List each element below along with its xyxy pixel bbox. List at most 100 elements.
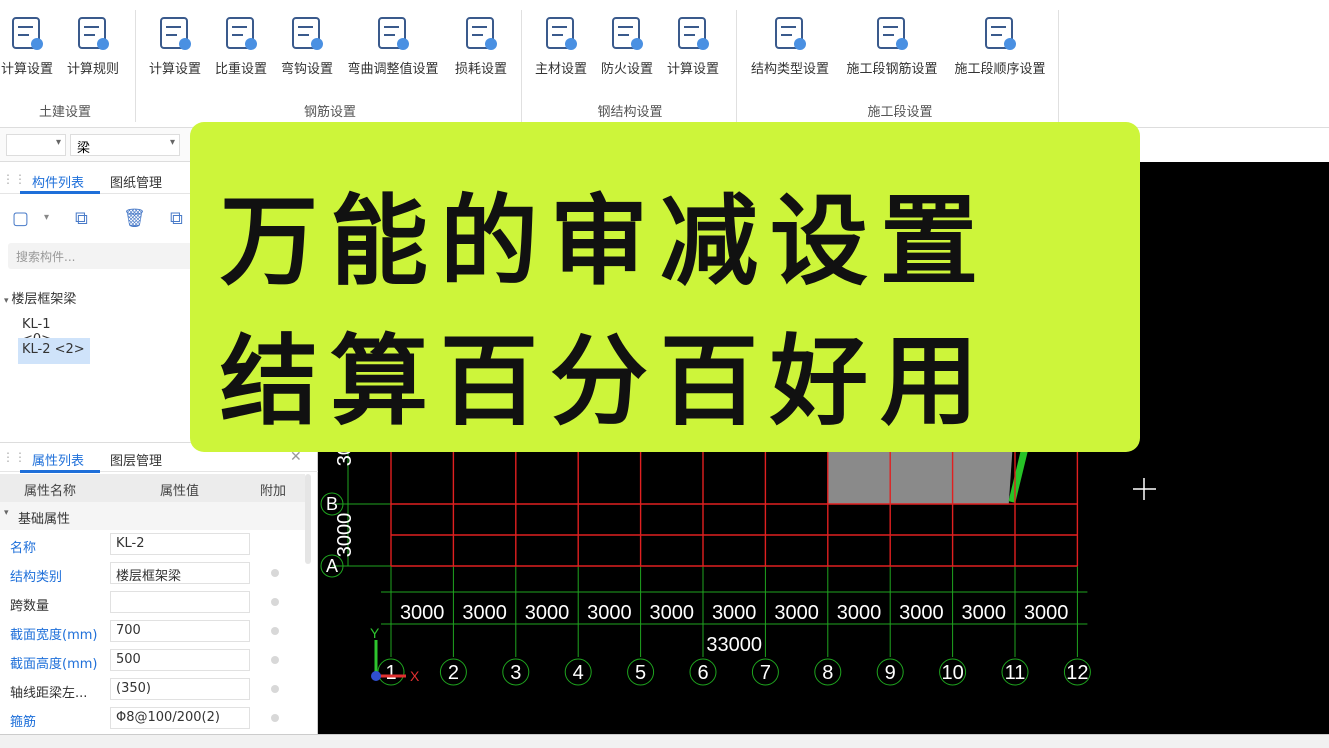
new-icon[interactable]: ▢ xyxy=(12,208,29,229)
tree-root[interactable]: ▾ 楼层框架梁 xyxy=(4,288,76,307)
tab-underline xyxy=(20,191,100,194)
ribbon-group-label: 钢筋设置 xyxy=(303,105,356,120)
bend-adjust-icon xyxy=(378,17,409,50)
property-value[interactable]: Φ8@100/200(2) xyxy=(110,707,250,729)
type-select[interactable]: 梁 ▾ xyxy=(70,134,180,156)
ribbon-tool-1[interactable]: 计算规则 xyxy=(58,14,128,84)
column-dimension: 3000 xyxy=(837,602,882,624)
ribbon-tool-0[interactable]: 计算设置 xyxy=(0,14,62,84)
property-row: 轴线距梁左... (350) xyxy=(0,675,305,704)
tab-property-list[interactable]: 属性列表 xyxy=(32,450,84,469)
tab-drawing-management[interactable]: 图纸管理 xyxy=(110,172,162,191)
ribbon-tool-label: 比重设置 xyxy=(214,62,267,77)
extra-checkbox[interactable] xyxy=(271,714,279,722)
row-label: B xyxy=(326,494,338,514)
property-name: 截面高度(mm) xyxy=(10,657,98,672)
ribbon-tool-5[interactable]: 弯曲调整值设置 xyxy=(338,14,448,84)
ribbon-tool-9[interactable]: 计算设置 xyxy=(658,14,728,84)
copy-icon[interactable]: ⧉ xyxy=(75,208,88,229)
ribbon-tool-label: 弯钩设置 xyxy=(280,62,333,77)
row-label: A xyxy=(326,556,338,576)
delete-icon[interactable]: 🗑 xyxy=(123,208,146,229)
axis-label: 2 xyxy=(448,662,459,684)
column-dimension: 3000 xyxy=(650,602,695,624)
property-value[interactable]: 500 xyxy=(110,649,250,671)
header-name: 属性名称 xyxy=(24,484,77,499)
tab-component-list[interactable]: 构件列表 xyxy=(32,172,84,191)
loss-settings-icon xyxy=(466,17,497,50)
banner-line-2: 结算百分百好用 xyxy=(220,324,991,439)
drag-handle-icon: ⋮⋮ xyxy=(2,172,26,186)
ribbon-tool-4[interactable]: 弯钩设置 xyxy=(272,14,342,84)
scrollbar[interactable] xyxy=(305,474,311,564)
ucs-origin xyxy=(371,671,381,681)
property-name: 结构类别 xyxy=(10,570,63,585)
tab-underline xyxy=(20,470,100,473)
ribbon-tool-3[interactable]: 比重设置 xyxy=(206,14,276,84)
property-row: 箍筋 Φ8@100/200(2) xyxy=(0,704,305,733)
property-row: 跨数量 xyxy=(0,588,305,617)
extra-checkbox[interactable] xyxy=(271,627,279,635)
axis-label: 4 xyxy=(573,662,584,684)
ribbon-tool-8[interactable]: 防火设置 xyxy=(592,14,662,84)
ribbon-tool-label: 计算设置 xyxy=(666,62,719,77)
tab-layer-management[interactable]: 图层管理 xyxy=(110,450,162,469)
tree-item-kl2[interactable]: KL-2 <2> xyxy=(18,338,90,364)
column-dimension: 3000 xyxy=(962,602,1007,624)
property-value[interactable]: 700 xyxy=(110,620,250,642)
ribbon-tool-label: 计算规则 xyxy=(66,62,119,77)
ucs-x-label: X xyxy=(410,668,420,684)
property-value[interactable] xyxy=(110,591,250,613)
property-name: 跨数量 xyxy=(10,599,50,614)
axis-label: 7 xyxy=(760,662,771,684)
banner-line-1: 万能的审减设置 xyxy=(220,184,991,299)
property-value[interactable]: (350) xyxy=(110,678,250,700)
density-settings-icon xyxy=(226,17,257,50)
column-dimension: 3000 xyxy=(400,602,445,624)
extra-checkbox[interactable] xyxy=(271,569,279,577)
chevron-down-icon[interactable]: ▾ xyxy=(44,212,49,223)
ribbon-separator xyxy=(736,10,737,122)
property-section[interactable]: ▾ 基础属性 xyxy=(0,502,305,530)
ribbon-group-label: 钢结构设置 xyxy=(597,105,663,120)
ribbon-tool-2[interactable]: 计算设置 xyxy=(140,14,210,84)
extra-checkbox[interactable] xyxy=(271,656,279,664)
ribbon-tool-10[interactable]: 结构类型设置 xyxy=(740,14,840,84)
fireproof-icon xyxy=(612,17,643,50)
status-bar xyxy=(0,734,1329,748)
ribbon-tool-label: 主材设置 xyxy=(534,62,587,77)
ribbon-separator xyxy=(135,10,136,122)
ribbon-tool-11[interactable]: 施工段钢筋设置 xyxy=(842,14,942,84)
ribbon-tool-6[interactable]: 损耗设置 xyxy=(446,14,516,84)
total-dimension: 33000 xyxy=(706,634,762,656)
layer-copy-icon[interactable]: ⧉ xyxy=(170,208,183,229)
ribbon-group-label: 土建设置 xyxy=(38,105,91,120)
extra-checkbox[interactable] xyxy=(271,685,279,693)
ribbon-tool-label: 弯曲调整值设置 xyxy=(347,62,439,77)
column-dimension: 3000 xyxy=(899,602,944,624)
axis-label: 9 xyxy=(885,662,896,684)
floor-select[interactable]: ▾ xyxy=(6,134,66,156)
section-label: 基础属性 xyxy=(18,512,71,527)
property-row: 截面高度(mm) 500 xyxy=(0,646,305,675)
property-value[interactable]: KL-2 xyxy=(110,533,250,555)
calc-rules-icon xyxy=(78,17,109,50)
drag-handle-icon: ⋮⋮ xyxy=(2,450,26,464)
ribbon-tool-12[interactable]: 施工段顺序设置 xyxy=(950,14,1050,84)
column-dimension: 3000 xyxy=(587,602,632,624)
segment-rebar-icon xyxy=(877,17,908,50)
ribbon-tool-label: 计算设置 xyxy=(148,62,201,77)
ribbon-separator xyxy=(521,10,522,122)
extra-checkbox[interactable] xyxy=(271,598,279,606)
ribbon-tool-label: 施工段顺序设置 xyxy=(954,62,1046,77)
column-dimension: 3000 xyxy=(774,602,819,624)
column-dimension: 3000 xyxy=(1024,602,1068,624)
property-value[interactable]: 楼层框架梁 xyxy=(110,562,250,584)
ribbon-toolbar: 计算设置 计算规则 计算设置 比重设置 弯钩设置 弯曲调整值设置 损耗设置 主材设置 防火设置计… xyxy=(0,0,1329,128)
property-header: 属性名称 属性值 附加 xyxy=(0,474,305,502)
column-dimension: 3000 xyxy=(525,602,570,624)
axis-label: 5 xyxy=(635,662,646,684)
axis-label: 12 xyxy=(1066,662,1088,684)
tree-item-kl1[interactable]: KL-1 <0> xyxy=(18,314,88,347)
ribbon-tool-7[interactable]: 主材设置 xyxy=(526,14,596,84)
